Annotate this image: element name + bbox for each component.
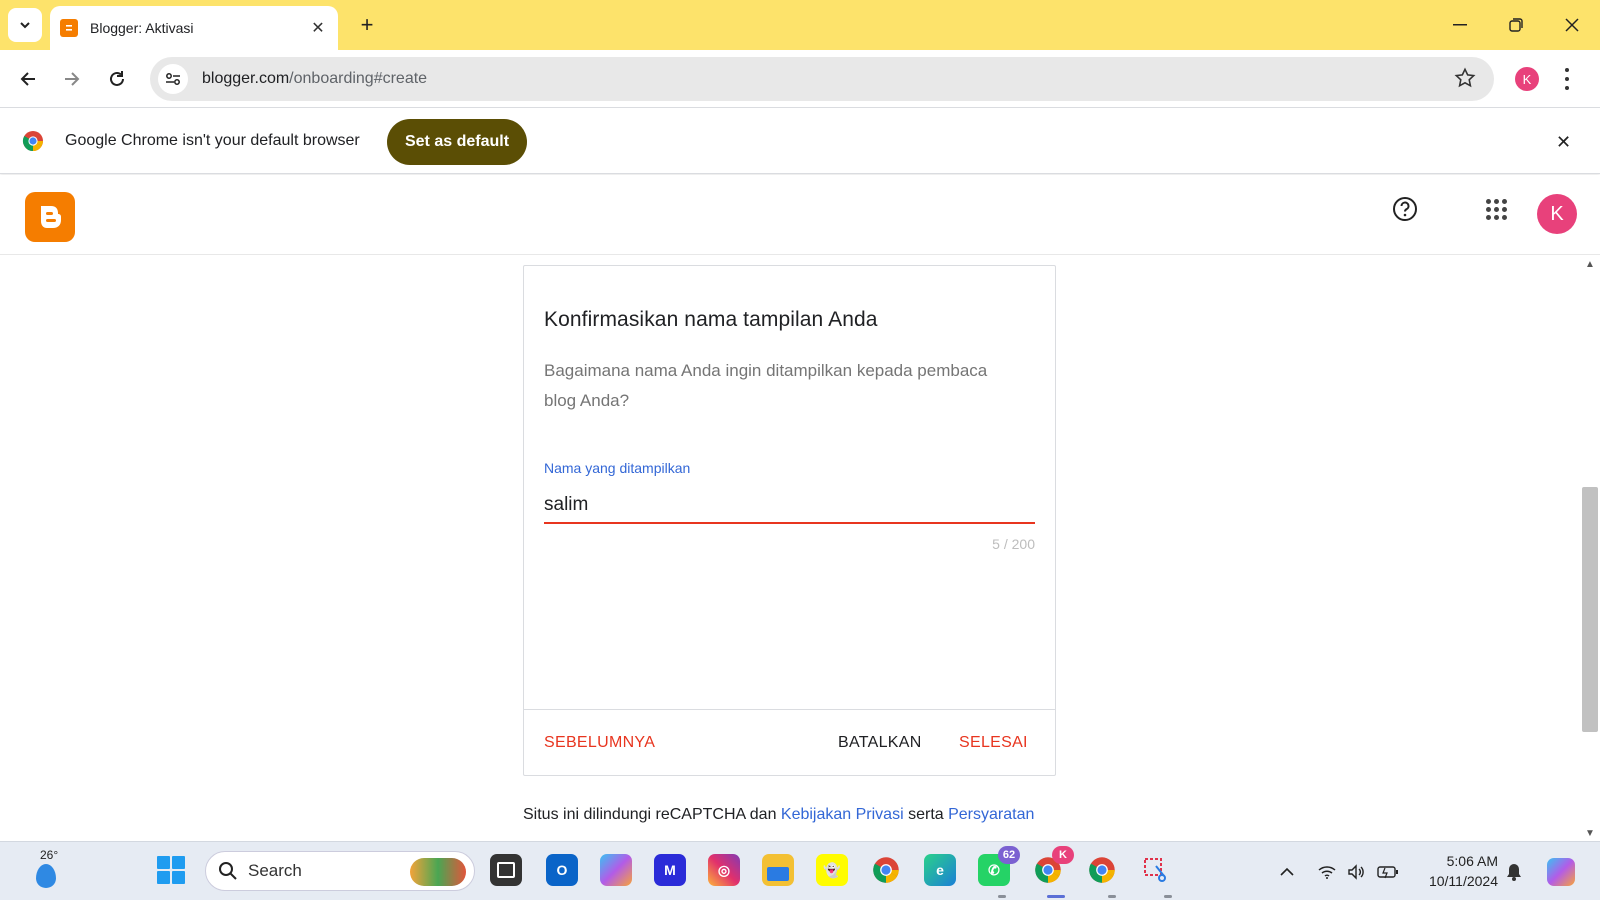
account-avatar[interactable]: K bbox=[1537, 194, 1577, 234]
cancel-button[interactable]: BATALKAN bbox=[838, 734, 922, 752]
windows-taskbar: 26° Search O M ◎ 👻 e ✆ 62 K 5:06 AM 10/1… bbox=[0, 841, 1600, 900]
close-tab-icon[interactable]: ✕ bbox=[308, 18, 328, 38]
tab-title: Blogger: Aktivasi bbox=[90, 20, 194, 36]
browser-toolbar: blogger.com/onboarding#create K bbox=[0, 50, 1600, 108]
url-path: /onboarding#create bbox=[289, 70, 428, 87]
restore-button[interactable] bbox=[1488, 0, 1544, 50]
blogger-logo-icon[interactable] bbox=[25, 192, 75, 242]
dialog-description: Bagaimana nama Anda ingin ditampilkan ke… bbox=[544, 361, 988, 410]
back-button[interactable] bbox=[11, 62, 45, 96]
address-bar[interactable]: blogger.com/onboarding#create bbox=[150, 57, 1494, 101]
scroll-down-icon[interactable]: ▼ bbox=[1585, 828, 1595, 839]
volume-icon[interactable] bbox=[1347, 842, 1365, 901]
copilot-pre-icon[interactable] bbox=[1547, 842, 1575, 901]
finish-button[interactable]: SELESAI bbox=[959, 734, 1028, 752]
taskbar-search-label: Search bbox=[248, 861, 302, 880]
forward-button[interactable] bbox=[55, 62, 89, 96]
display-name-dialog: Konfirmasikan nama tampilan Anda Bagaima… bbox=[523, 265, 1056, 776]
arrow-left-icon bbox=[20, 72, 35, 86]
chrome-active-indicator bbox=[1047, 895, 1065, 898]
notifications-bell-icon[interactable] bbox=[1506, 842, 1522, 901]
dialog-footer: SEBELUMNYA BATALKAN SELESAI bbox=[524, 709, 1055, 775]
blogger-favicon-icon bbox=[60, 19, 78, 37]
new-tab-button[interactable]: + bbox=[354, 12, 380, 38]
blogger-header: K bbox=[0, 175, 1600, 255]
copilot-icon[interactable] bbox=[600, 854, 632, 886]
minimize-button[interactable] bbox=[1432, 0, 1488, 50]
browser-titlebar: Blogger: Aktivasi ✕ + bbox=[0, 0, 1600, 50]
file-explorer-icon[interactable] bbox=[762, 854, 794, 886]
recaptcha-notice: Situs ini dilindungi reCAPTCHA dan Kebij… bbox=[523, 806, 1034, 824]
display-name-input[interactable]: salim bbox=[544, 486, 1035, 524]
snipping-tool-icon[interactable] bbox=[1140, 854, 1172, 886]
windows-start-icon[interactable] bbox=[157, 856, 185, 884]
chrome-profile-taskbar-icon[interactable]: K bbox=[1032, 846, 1074, 886]
chrome-secondary-running-indicator bbox=[1108, 895, 1116, 898]
tab-search-button[interactable] bbox=[8, 8, 42, 42]
page-content: Konfirmasikan nama tampilan Anda Bagaima… bbox=[0, 255, 1580, 841]
dialog-title: Konfirmasikan nama tampilan Anda bbox=[544, 308, 878, 331]
task-view-icon[interactable] bbox=[490, 854, 522, 886]
reload-button[interactable] bbox=[100, 62, 134, 96]
recaptcha-text: Situs ini dilindungi reCAPTCHA dan bbox=[523, 806, 781, 823]
character-counter: 5 / 200 bbox=[992, 536, 1035, 552]
help-icon[interactable] bbox=[1391, 195, 1419, 223]
whatsapp-running-indicator bbox=[998, 895, 1006, 898]
chrome-profile-badge: K bbox=[1052, 846, 1074, 864]
reload-icon bbox=[110, 71, 124, 86]
whatsapp-icon[interactable]: ✆ 62 bbox=[978, 846, 1020, 886]
chrome-secondary-taskbar-icon[interactable] bbox=[1086, 854, 1118, 886]
terms-link[interactable]: Persyaratan bbox=[948, 806, 1034, 823]
taskbar-clock[interactable]: 5:06 AM 10/11/2024 bbox=[1418, 851, 1498, 891]
weather-rain-icon bbox=[36, 864, 56, 888]
minimize-icon bbox=[1453, 24, 1467, 26]
search-icon bbox=[219, 862, 237, 880]
battery-icon[interactable] bbox=[1377, 842, 1399, 901]
display-name-label: Nama yang ditampilkan bbox=[544, 460, 691, 476]
close-window-button[interactable] bbox=[1544, 0, 1600, 50]
wifi-icon[interactable] bbox=[1318, 842, 1336, 901]
default-browser-infobar: Google Chrome isn't your default browser… bbox=[0, 108, 1600, 174]
app-m-icon[interactable]: M bbox=[654, 854, 686, 886]
scrollbar-thumb[interactable] bbox=[1582, 487, 1598, 732]
url-host: blogger.com bbox=[202, 70, 290, 87]
weather-temperature: 26° bbox=[40, 848, 59, 862]
set-as-default-button[interactable]: Set as default bbox=[387, 119, 527, 165]
previous-button[interactable]: SEBELUMNYA bbox=[544, 734, 655, 752]
tray-overflow-icon[interactable] bbox=[1280, 842, 1294, 901]
site-info-icon[interactable] bbox=[158, 64, 188, 94]
weather-widget[interactable]: 26° bbox=[24, 848, 68, 892]
chrome-logo-icon bbox=[22, 131, 44, 152]
recaptcha-and-text: serta bbox=[903, 806, 949, 823]
instagram-icon[interactable]: ◎ bbox=[708, 854, 740, 886]
browser-tab-active[interactable]: Blogger: Aktivasi ✕ bbox=[50, 6, 338, 50]
bookmark-star-icon[interactable] bbox=[1454, 67, 1476, 89]
google-apps-icon[interactable] bbox=[1486, 199, 1508, 221]
taskbar-search[interactable]: Search bbox=[205, 851, 475, 891]
url-text: blogger.com/onboarding#create bbox=[202, 70, 427, 88]
search-highlight-image bbox=[410, 858, 466, 886]
snapchat-icon[interactable]: 👻 bbox=[816, 854, 848, 886]
chevron-down-icon bbox=[20, 22, 30, 29]
infobar-close-icon[interactable]: ✕ bbox=[1556, 132, 1571, 153]
arrow-right-icon bbox=[65, 72, 80, 86]
clock-time: 5:06 AM bbox=[1446, 853, 1498, 869]
chrome-taskbar-icon[interactable] bbox=[870, 854, 902, 886]
edge-icon[interactable]: e bbox=[924, 854, 956, 886]
privacy-policy-link[interactable]: Kebijakan Privasi bbox=[781, 806, 904, 823]
outlook-icon[interactable]: O bbox=[546, 854, 578, 886]
chrome-profile-avatar[interactable]: K bbox=[1515, 67, 1539, 91]
page-scrollbar[interactable]: ▲ ▼ bbox=[1580, 255, 1600, 841]
scroll-up-icon[interactable]: ▲ bbox=[1585, 259, 1595, 270]
snipping-running-indicator bbox=[1164, 895, 1172, 898]
close-icon bbox=[1565, 18, 1579, 32]
chrome-menu-icon[interactable] bbox=[1562, 64, 1572, 94]
restore-icon bbox=[1509, 18, 1523, 32]
whatsapp-badge: 62 bbox=[998, 846, 1020, 864]
infobar-message: Google Chrome isn't your default browser bbox=[65, 132, 360, 149]
clock-date: 10/11/2024 bbox=[1428, 873, 1498, 889]
